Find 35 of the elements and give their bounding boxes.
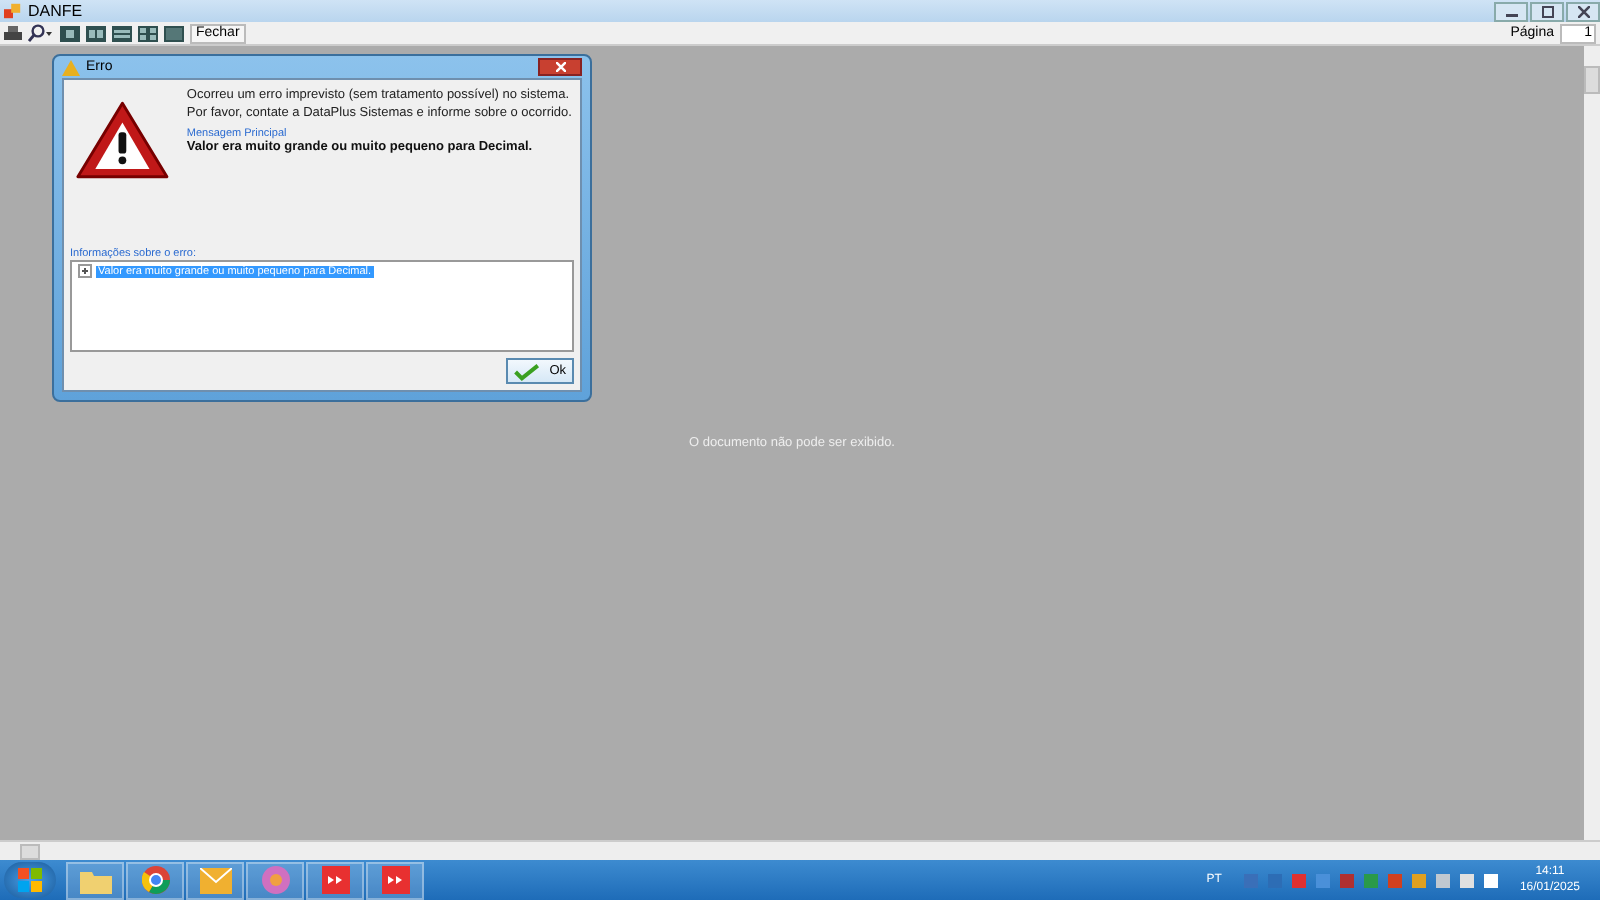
minimize-button[interactable] (1494, 1, 1528, 21)
dialog-close-button[interactable] (538, 58, 582, 76)
taskbar-app[interactable] (186, 861, 244, 899)
start-button[interactable] (4, 862, 56, 898)
close-icon (555, 62, 565, 72)
page-layout-icon[interactable] (86, 25, 106, 41)
maximize-icon (1541, 5, 1553, 17)
vertical-scrollbar[interactable] (1584, 46, 1600, 840)
maximize-button[interactable] (1530, 1, 1564, 21)
taskbar-app[interactable] (126, 861, 184, 899)
horizontal-scrollbar[interactable] (0, 840, 1600, 860)
zoom-icon[interactable] (28, 24, 54, 42)
app-icon (381, 866, 409, 894)
close-icon (1577, 5, 1589, 17)
taskbar-app[interactable] (66, 861, 124, 899)
taskbar-app[interactable] (306, 861, 364, 899)
page-layout-icon[interactable] (164, 25, 184, 41)
folder-icon (79, 867, 111, 893)
page-layout-icon[interactable] (138, 25, 158, 41)
window-title: DANFE (28, 2, 83, 20)
page-layout-icon[interactable] (60, 25, 80, 41)
page-layout-icon[interactable] (112, 25, 132, 41)
app-icon (321, 866, 349, 894)
app-icon (4, 2, 22, 20)
printer-icon[interactable] (4, 25, 22, 41)
checkmark-icon (514, 361, 540, 381)
expand-icon[interactable] (78, 264, 92, 278)
warning-icon (74, 98, 171, 182)
windows-logo-icon (18, 868, 42, 892)
taskbar-app[interactable] (246, 861, 304, 899)
taskbar-app[interactable] (366, 861, 424, 899)
close-button[interactable] (1566, 1, 1600, 21)
disc-icon (261, 866, 289, 894)
browser-icon (141, 866, 169, 894)
envelope-icon (199, 867, 231, 893)
